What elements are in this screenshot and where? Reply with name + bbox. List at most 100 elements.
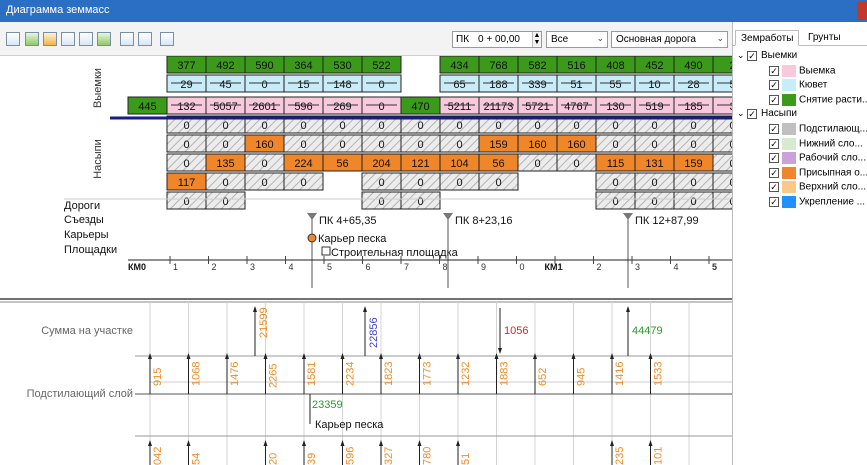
bottom-arrowhead bbox=[263, 440, 268, 446]
pk-spinner-icon[interactable]: ▲ ▼ bbox=[532, 32, 541, 47]
legend-item[interactable]: ✓ Укрепление ... bbox=[769, 196, 865, 210]
legend-item[interactable]: ✓ Выемка bbox=[769, 64, 836, 79]
legend-item[interactable]: ✓ Присыпная о... bbox=[769, 166, 867, 181]
fill-working-cell-value: 56 bbox=[492, 158, 504, 170]
layer-source-label: Карьер песка bbox=[315, 419, 384, 431]
checkbox[interactable]: ✓ bbox=[769, 80, 779, 91]
diagram-svg: Выемки Насыпи 44537729132000117049245505… bbox=[0, 56, 732, 465]
ruler-tick-label: 5 bbox=[712, 262, 717, 272]
fill-lower-cell-value: 160 bbox=[567, 139, 585, 151]
fill-working-cell-value: 104 bbox=[450, 158, 468, 170]
legend-item[interactable]: ✓ Рабочий сло... bbox=[769, 152, 866, 166]
legend-label: Насыпи bbox=[761, 108, 797, 120]
ruler-tick-label: 2 bbox=[212, 262, 217, 272]
range-select[interactable]: Все ⌄ bbox=[546, 31, 608, 48]
cut-excavation-cell-value: 5721 bbox=[525, 101, 549, 113]
cut-ditch-cell-value: 0 bbox=[378, 79, 384, 91]
refresh-icon[interactable] bbox=[97, 32, 111, 46]
ruler-tick-label: 9 bbox=[481, 262, 486, 272]
checkbox[interactable]: ✓ bbox=[769, 94, 779, 105]
sum-row-label: Сумма на участке bbox=[41, 325, 133, 337]
legend-label: Кювет bbox=[799, 79, 828, 91]
tab-earthworks[interactable]: Земработы bbox=[735, 30, 800, 46]
checkbox[interactable]: ✓ bbox=[747, 108, 757, 119]
fill-subgrade-cell-value: 0 bbox=[495, 120, 501, 132]
tab-soils[interactable]: Грунты bbox=[803, 30, 846, 46]
checkbox[interactable]: ✓ bbox=[769, 182, 779, 193]
ruler-tick-label: 0 bbox=[520, 262, 525, 272]
legend-label: Присыпная о... bbox=[799, 167, 867, 179]
cuts-axis-label: Выемки bbox=[92, 68, 104, 108]
exit-marker-icon[interactable] bbox=[623, 213, 633, 220]
road-select[interactable]: Основная дорога ⌄ bbox=[611, 31, 728, 48]
fill-subgrade-cell-value: 0 bbox=[183, 120, 189, 132]
fill-working-cell-value: 115 bbox=[607, 158, 625, 170]
checkbox[interactable]: ✓ bbox=[769, 65, 779, 76]
checkbox[interactable]: ✓ bbox=[769, 167, 779, 178]
legend-item[interactable]: ⌄ ✓ Выемки bbox=[737, 50, 797, 64]
ruler-tick-label: 8 bbox=[443, 262, 448, 272]
cut-ditch-cell-value: 339 bbox=[528, 79, 546, 91]
quarry-marker-icon[interactable] bbox=[307, 233, 317, 243]
color-swatch bbox=[782, 166, 796, 179]
cut-topsoil-cell-value: 490 bbox=[684, 60, 702, 72]
exit-label: ПК 12+87,99 bbox=[635, 215, 699, 227]
legend-item[interactable]: ✓ Нижний сло... bbox=[769, 137, 863, 152]
layer-value: 1232 bbox=[460, 362, 472, 386]
checkbox[interactable]: ✓ bbox=[769, 197, 779, 207]
sites-track-label: Площадки bbox=[64, 244, 117, 256]
fill-working-cell-value: 0 bbox=[573, 158, 579, 170]
exit-label: ПК 4+65,35 bbox=[319, 215, 376, 227]
fill-subgrade-cell-value: 0 bbox=[612, 120, 618, 132]
exit-label: ПК 8+23,16 bbox=[455, 215, 512, 227]
exit-marker-icon[interactable] bbox=[307, 213, 317, 220]
bottom-arrowhead bbox=[456, 440, 460, 446]
legend-item[interactable]: ⌄ ✓ Насыпи bbox=[737, 108, 797, 122]
fill-lower-cell-value: 0 bbox=[651, 139, 657, 151]
chevron-down-icon[interactable]: ⌄ bbox=[737, 108, 747, 119]
legend-item[interactable]: ✓ Верхний сло... bbox=[769, 181, 866, 195]
zoom-fit-icon[interactable] bbox=[6, 32, 20, 46]
remove-row-icon[interactable] bbox=[138, 32, 152, 46]
exit-marker-icon[interactable] bbox=[443, 213, 453, 220]
add-row-icon[interactable] bbox=[120, 32, 134, 46]
color-swatch bbox=[782, 79, 796, 92]
fill-subgrade-cell-value: 0 bbox=[456, 120, 462, 132]
fill-top-cell-value: 0 bbox=[417, 196, 423, 208]
checkbox[interactable]: ✓ bbox=[747, 50, 757, 61]
close-button[interactable] bbox=[857, 2, 867, 20]
cut-excavation-cell-value: 0 bbox=[378, 101, 384, 113]
layer-value: 945 bbox=[576, 368, 588, 386]
checkbox[interactable]: ✓ bbox=[769, 138, 779, 149]
table-icon[interactable] bbox=[160, 32, 174, 46]
layers-icon[interactable] bbox=[61, 32, 75, 46]
fill-top-cell-value: 0 bbox=[612, 196, 618, 208]
legend-item[interactable]: ✓ Кювет bbox=[769, 79, 827, 93]
site-marker-icon[interactable] bbox=[321, 246, 331, 256]
bottom-value: 20 bbox=[268, 453, 280, 465]
layer-row-label: Подстилающий слой bbox=[27, 388, 133, 400]
fill-subgrade-cell-value: 0 bbox=[300, 120, 306, 132]
bottom-arrowhead bbox=[610, 440, 614, 446]
roads-track-label: Дороги bbox=[64, 200, 100, 212]
fill-top-cell-value: 0 bbox=[690, 196, 696, 208]
ruler-tick-label: 6 bbox=[366, 262, 371, 272]
legend-item[interactable]: ✓ Подстилающ... bbox=[769, 123, 867, 137]
cut-ditch-cell-value: 148 bbox=[333, 79, 351, 91]
chevron-down-icon[interactable]: ⌄ bbox=[737, 50, 747, 61]
cut-excavation-cell-value: 2601 bbox=[252, 101, 276, 113]
checkbox[interactable]: ✓ bbox=[769, 153, 779, 164]
legend-label: Выемка bbox=[799, 65, 836, 77]
checkbox[interactable]: ✓ bbox=[769, 124, 779, 134]
earthwork-diagram[interactable]: Выемки Насыпи 445 377 29 132 0 0 0 117 0 492 45 505… bbox=[0, 56, 732, 465]
edit-icon[interactable] bbox=[43, 32, 57, 46]
fill-subgrade-cell-value: 0 bbox=[690, 120, 696, 132]
pk-input[interactable]: ПК 0 + 00,00 ▲ ▼ bbox=[452, 31, 542, 48]
fill-shoulder-cell-value: 117 bbox=[178, 177, 196, 189]
bottom-arrowhead bbox=[648, 440, 653, 446]
grid-icon[interactable] bbox=[25, 32, 39, 46]
layer-value: 652 bbox=[537, 368, 549, 386]
color-swatch bbox=[782, 196, 796, 208]
transfer-icon[interactable] bbox=[79, 32, 93, 46]
legend-item[interactable]: ✓ Снятие расти... bbox=[769, 93, 867, 108]
